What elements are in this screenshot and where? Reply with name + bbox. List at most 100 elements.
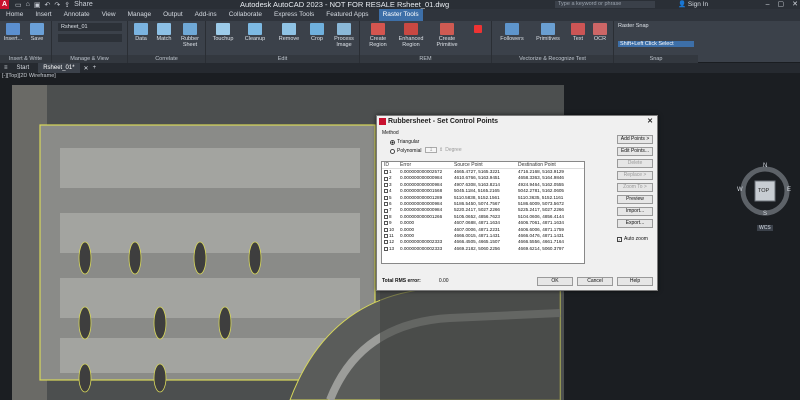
- insert-button[interactable]: Insert...: [2, 23, 24, 42]
- save-button[interactable]: Save: [26, 23, 48, 42]
- share-button[interactable]: Share: [74, 1, 93, 9]
- dialog-titlebar[interactable]: Rubbersheet - Set Control Points ✕: [377, 116, 657, 127]
- search-input[interactable]: Type a keyword or phrase: [555, 1, 655, 8]
- followers-button[interactable]: Followers: [496, 23, 528, 42]
- close-tab-icon[interactable]: ✕: [84, 65, 89, 72]
- panel-label-rem[interactable]: REM: [360, 55, 491, 63]
- row-checkbox[interactable]: [384, 227, 388, 232]
- row-checkbox[interactable]: [384, 202, 388, 207]
- process-image-button[interactable]: Process Image: [330, 23, 358, 48]
- share-icon[interactable]: ⇪: [64, 1, 70, 9]
- undo-icon[interactable]: ↶: [44, 1, 50, 9]
- wcs-button[interactable]: WCS: [757, 225, 773, 231]
- open-icon[interactable]: ⌂: [26, 1, 30, 9]
- create-primitive-button[interactable]: Create Primitive: [430, 23, 464, 48]
- autocad-logo-icon[interactable]: A: [0, 0, 9, 9]
- panel-label-snap[interactable]: Snap: [614, 55, 698, 63]
- row-checkbox[interactable]: [384, 246, 388, 251]
- create-region-button[interactable]: Create Region: [364, 23, 392, 48]
- tab-output[interactable]: Output: [161, 9, 185, 21]
- ocr-button[interactable]: OCR: [590, 23, 610, 42]
- rubbersheet-button[interactable]: Rubber Sheet: [176, 23, 204, 48]
- row-checkbox[interactable]: [384, 240, 388, 245]
- add-points-button[interactable]: Add Points >: [617, 135, 653, 144]
- data-button[interactable]: Data: [130, 23, 152, 42]
- match-button[interactable]: Match: [152, 23, 176, 42]
- replace-button[interactable]: Replace >: [617, 171, 653, 180]
- touchup-button[interactable]: Touchup: [208, 23, 238, 42]
- tab-raster-tools[interactable]: Raster Tools: [378, 9, 423, 21]
- panel-label-edit[interactable]: Edit: [206, 55, 359, 63]
- image-tools-row[interactable]: [58, 34, 122, 42]
- export-button[interactable]: Export...: [617, 219, 653, 228]
- cleanup-button[interactable]: Cleanup: [240, 23, 270, 42]
- viewcube-north[interactable]: N: [763, 163, 767, 169]
- row-checkbox[interactable]: [384, 221, 388, 226]
- row-checkbox[interactable]: [384, 208, 388, 213]
- rem-color-swatches[interactable]: [468, 25, 488, 36]
- enhanced-region-button[interactable]: Enhanced Region: [394, 23, 428, 48]
- panel-label-vectorize[interactable]: Vectorize & Recognize Text: [492, 55, 613, 63]
- zoom-to-button[interactable]: Zoom To >: [617, 183, 653, 192]
- shift-left-select-toggle[interactable]: Shift+Left Click Select: [618, 41, 694, 47]
- auto-zoom-checkbox[interactable]: ✓ Auto zoom: [617, 236, 648, 242]
- viewcube[interactable]: TOP N S E W WCS: [735, 161, 795, 231]
- menu-icon[interactable]: ≡: [4, 65, 8, 71]
- tab-view[interactable]: View: [100, 9, 118, 21]
- text-button[interactable]: Text: [568, 23, 588, 42]
- degree-stepper-icon[interactable]: ⇕: [439, 147, 443, 153]
- polynomial-radio[interactable]: Polynomial: [390, 148, 421, 154]
- column-header-error[interactable]: Error: [400, 162, 454, 168]
- tab-insert[interactable]: Insert: [33, 9, 53, 21]
- row-checkbox[interactable]: [384, 189, 388, 194]
- remove-button[interactable]: Remove: [274, 23, 304, 42]
- crop-button[interactable]: Crop: [306, 23, 328, 42]
- delete-button[interactable]: Delete: [617, 159, 653, 168]
- panel-label-manage-view[interactable]: Manage & View: [52, 55, 127, 63]
- tab-collaborate[interactable]: Collaborate: [227, 9, 264, 21]
- row-checkbox[interactable]: [384, 176, 388, 181]
- redo-icon[interactable]: ↷: [54, 1, 60, 9]
- cancel-button[interactable]: Cancel: [577, 277, 613, 286]
- row-checkbox[interactable]: [384, 195, 388, 200]
- column-header-source[interactable]: Source Point: [454, 162, 518, 168]
- degree-input[interactable]: 1: [425, 147, 437, 153]
- tab-manage[interactable]: Manage: [126, 9, 154, 21]
- row-checkbox[interactable]: [384, 182, 388, 187]
- panel-label-insert-write[interactable]: Insert & Write: [0, 55, 51, 63]
- table-row[interactable]: 13 0.000000000002333 4669.2182, 5060.2256 4…: [382, 246, 584, 252]
- preview-button[interactable]: Preview: [617, 195, 653, 204]
- raster-snap-button[interactable]: Raster Snap: [618, 23, 694, 29]
- tab-home[interactable]: Home: [4, 9, 25, 21]
- row-checkbox[interactable]: [384, 214, 388, 219]
- control-points-table[interactable]: ID Error Source Point Destination Point …: [381, 161, 585, 264]
- help-button[interactable]: Help: [617, 277, 653, 286]
- viewcube-south[interactable]: S: [763, 211, 767, 217]
- dialog-close-icon[interactable]: ✕: [647, 116, 653, 127]
- maximize-icon[interactable]: ▢: [778, 0, 785, 9]
- panel-label-correlate[interactable]: Correlate: [128, 55, 205, 63]
- new-tab-icon[interactable]: +: [93, 65, 97, 71]
- triangular-radio[interactable]: Triangular: [390, 139, 421, 145]
- row-checkbox[interactable]: [384, 170, 388, 175]
- tab-annotate[interactable]: Annotate: [62, 9, 92, 21]
- tab-add-ins[interactable]: Add-ins: [193, 9, 219, 21]
- minimize-icon[interactable]: –: [766, 0, 770, 9]
- import-button[interactable]: Import...: [617, 207, 653, 216]
- viewcube-west[interactable]: W: [737, 187, 743, 193]
- tab-featured-apps[interactable]: Featured Apps: [324, 9, 370, 21]
- column-header-destination[interactable]: Destination Point: [518, 162, 584, 168]
- save-icon[interactable]: ▣: [34, 1, 41, 9]
- row-checkbox[interactable]: [384, 234, 388, 239]
- new-icon[interactable]: ▭: [15, 1, 22, 9]
- column-header-id[interactable]: ID: [382, 162, 400, 168]
- tab-express-tools[interactable]: Express Tools: [272, 9, 316, 21]
- primitives-button[interactable]: Primitives: [532, 23, 564, 42]
- viewcube-east[interactable]: E: [787, 187, 791, 193]
- viewport-label[interactable]: [-][Top][2D Wireframe]: [2, 73, 56, 79]
- ok-button[interactable]: OK: [537, 277, 573, 286]
- image-select-dropdown[interactable]: Rsheet_01: [58, 23, 122, 31]
- tab-rsheet[interactable]: Rsheet_01*: [38, 63, 80, 73]
- edit-points-button[interactable]: Edit Points...: [617, 147, 653, 156]
- tab-start[interactable]: Start: [12, 63, 35, 73]
